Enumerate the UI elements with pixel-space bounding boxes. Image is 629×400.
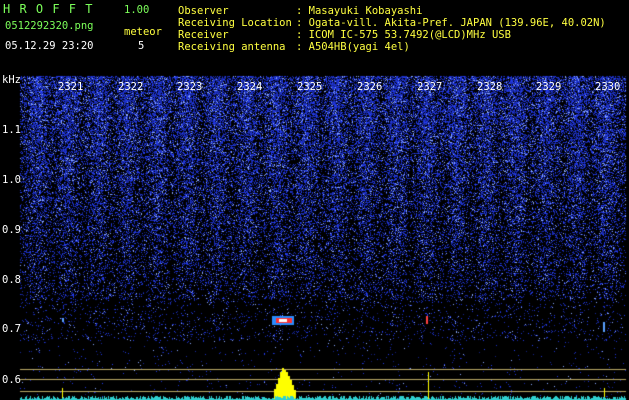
time-tick: 2325 — [297, 81, 323, 93]
version-label: 1.00 — [124, 4, 150, 16]
receiver-label: Receiver — [178, 29, 229, 41]
observer-label: Observer — [178, 5, 229, 17]
datetime-label: 05.12.29 23:20 — [5, 40, 94, 52]
antenna-value: : A504HB(yagi 4el) — [296, 41, 410, 53]
time-tick: 2321 — [58, 81, 84, 93]
app-title: H R O F F T — [3, 2, 94, 16]
freq-tick: 1.1 — [2, 124, 21, 136]
time-tick: 2328 — [477, 81, 503, 93]
time-tick: 2323 — [177, 81, 203, 93]
freq-tick: 0.9 — [2, 224, 21, 236]
antenna-label: Receiving antenna — [178, 41, 286, 53]
spectrogram-canvas — [0, 0, 629, 400]
time-tick: 2324 — [237, 81, 263, 93]
time-tick: 2327 — [417, 81, 443, 93]
meteor-label: meteor — [124, 26, 162, 38]
freq-tick: 0.6 — [2, 374, 21, 386]
filename-label: 0512292320.png — [5, 20, 94, 32]
location-label: Receiving Location — [178, 17, 292, 29]
freq-tick: 0.8 — [2, 274, 21, 286]
time-tick: 2326 — [357, 81, 383, 93]
observer-value: : Masayuki Kobayashi — [296, 5, 423, 17]
freq-tick: 1.0 — [2, 174, 21, 186]
freq-unit-label: kHz — [2, 74, 21, 86]
time-tick: 2330 — [595, 81, 621, 93]
freq-tick: 0.7 — [2, 323, 21, 335]
time-tick: 2329 — [536, 81, 562, 93]
time-tick: 2322 — [118, 81, 144, 93]
location-value: : Ogata-vill. Akita-Pref. JAPAN (139.96E… — [296, 17, 606, 29]
receiver-value: : ICOM IC-575 53.7492(@LCD)MHz USB — [296, 29, 511, 41]
meteor-count: 5 — [138, 40, 145, 52]
